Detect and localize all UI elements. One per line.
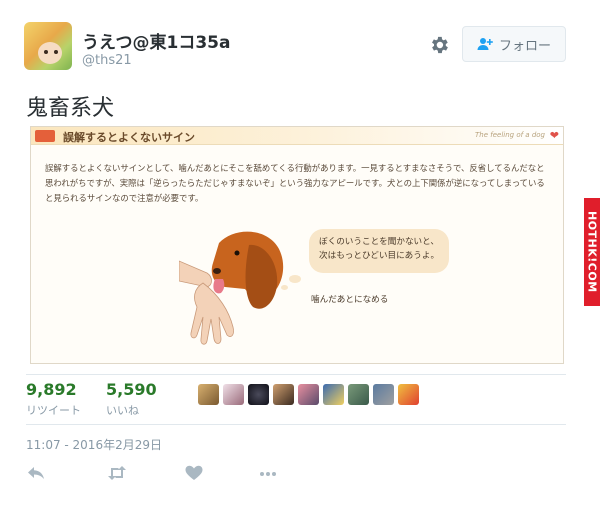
retweet-label: リツイート xyxy=(26,404,81,417)
bubble-tail xyxy=(281,285,288,290)
person-plus-icon xyxy=(477,38,493,50)
media-body-text: 誤解するとよくないサインとして、噛んだあとにそこを舐めてくる行動があります。一見… xyxy=(45,163,545,203)
dog-biting-hand-illustration xyxy=(179,231,284,345)
media-header-title: 誤解するとよくないサイン xyxy=(63,131,195,144)
follow-button-label: フォロー xyxy=(498,38,551,54)
reply-icon[interactable] xyxy=(26,464,46,482)
liker-avatar[interactable] xyxy=(323,384,344,405)
follow-button[interactable]: フォロー xyxy=(462,26,566,62)
media-header-subtitle: The feeling of a dog xyxy=(475,131,545,139)
watermark-text: HOTHK!COM xyxy=(585,211,599,293)
retweet-icon[interactable] xyxy=(106,464,128,482)
avatar-face xyxy=(38,42,62,64)
tweet-header: うえつ@東1コ35a @ths21 フォロー xyxy=(24,22,584,74)
bubble-line: ぼくのいうことを聞かないと、 xyxy=(319,237,439,247)
avatar[interactable] xyxy=(24,22,72,70)
bubble-line: 次はもっとひどい目にあうよ。 xyxy=(319,251,440,261)
tweet-timestamp[interactable]: 11:07 - 2016年2月29日 xyxy=(26,436,162,453)
tweet-text: 鬼畜系犬 xyxy=(26,96,115,121)
divider xyxy=(26,424,566,425)
media-header-bar: 誤解するとよくないサイン The feeling of a dog ❤ xyxy=(31,127,563,145)
illustration-caption: 噛んだあとになめる xyxy=(311,295,389,305)
avatar-eye xyxy=(54,50,58,54)
engagement-stats: 9,892 リツイート 5,590 いいね xyxy=(26,378,566,418)
bubble-tail xyxy=(289,275,301,283)
liker-avatar[interactable] xyxy=(373,384,394,405)
liker-avatar[interactable] xyxy=(198,384,219,405)
liker-avatar[interactable] xyxy=(273,384,294,405)
tweet-actions xyxy=(26,462,326,486)
site-watermark: HOTHK!COM xyxy=(584,198,600,306)
speech-bubble: ぼくのいうことを聞かないと、 次はもっとひどい目にあうよ。 xyxy=(309,229,449,273)
dog-icon xyxy=(35,130,55,142)
more-icon[interactable] xyxy=(258,464,278,482)
like-label: いいね xyxy=(106,404,139,417)
retweet-stat[interactable]: 9,892 リツイート xyxy=(26,380,81,418)
display-name[interactable]: うえつ@東1コ35a xyxy=(82,28,230,53)
screen-name[interactable]: @ths21 xyxy=(82,53,132,68)
divider xyxy=(26,374,566,375)
liker-avatar[interactable] xyxy=(298,384,319,405)
heart-icon: ❤ xyxy=(549,129,559,142)
liker-avatar[interactable] xyxy=(223,384,244,405)
like-heart-icon[interactable] xyxy=(184,464,204,482)
avatar-eye xyxy=(44,50,48,54)
tweet-media-image[interactable]: 誤解するとよくないサイン The feeling of a dog ❤ 誤解する… xyxy=(30,126,564,364)
liker-avatars xyxy=(198,384,419,405)
liker-avatar[interactable] xyxy=(248,384,269,405)
liker-avatar[interactable] xyxy=(398,384,419,405)
liker-avatar[interactable] xyxy=(348,384,369,405)
like-stat[interactable]: 5,590 いいね xyxy=(106,380,157,418)
retweet-count: 9,892 xyxy=(26,380,77,399)
like-count: 5,590 xyxy=(106,380,157,399)
gear-icon[interactable] xyxy=(428,34,450,56)
